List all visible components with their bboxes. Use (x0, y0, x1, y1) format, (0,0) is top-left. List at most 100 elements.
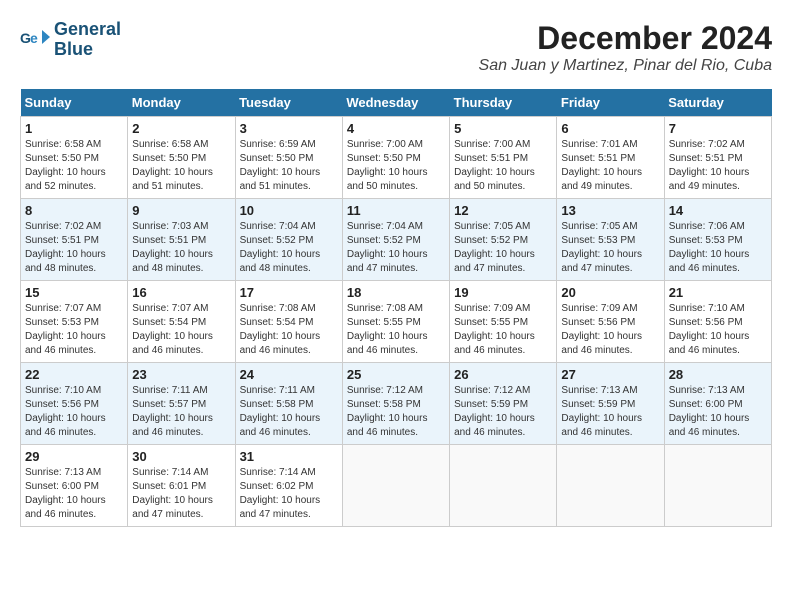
day-number: 2 (132, 121, 230, 136)
calendar-cell: 6 Sunrise: 7:01 AMSunset: 5:51 PMDaylight… (557, 117, 664, 199)
calendar-cell: 19Sunrise: 7:09 AMSunset: 5:55 PMDayligh… (450, 281, 557, 363)
day-info: Sunrise: 7:07 AMSunset: 5:53 PMDaylight:… (25, 302, 123, 358)
day-number: 4 (347, 121, 445, 136)
day-number: 11 (347, 203, 445, 218)
day-number: 20 (561, 285, 659, 300)
day-info: Sunrise: 6:59 AMSunset: 5:50 PMDaylight:… (240, 138, 338, 194)
calendar-cell: 13Sunrise: 7:05 AMSunset: 5:53 PMDayligh… (557, 199, 664, 281)
calendar-cell: 20 Sunrise: 7:09 AMSunset: 5:56 PMDayligh… (557, 281, 664, 363)
calendar-cell (450, 445, 557, 527)
day-number: 30 (132, 449, 230, 464)
day-info: Sunrise: 6:58 AMSunset: 5:50 PMDaylight:… (25, 138, 123, 194)
calendar-cell: 9Sunrise: 7:03 AMSunset: 5:51 PMDaylight… (128, 199, 235, 281)
calendar-cell: 27Sunrise: 7:13 AMSunset: 5:59 PMDayligh… (557, 363, 664, 445)
calendar-cell: 14 Sunrise: 7:06 AMSunset: 5:53 PMDayligh… (664, 199, 771, 281)
calendar-cell: 31 Sunrise: 7:14 AMSunset: 6:02 PMDayligh… (235, 445, 342, 527)
day-info: Sunrise: 7:14 AMSunset: 6:02 PMDaylight:… (240, 466, 338, 522)
day-number: 5 (454, 121, 552, 136)
calendar-cell: 10Sunrise: 7:04 AMSunset: 5:52 PMDayligh… (235, 199, 342, 281)
day-info: Sunrise: 7:07 AMSunset: 5:54 PMDaylight:… (132, 302, 230, 358)
calendar-week-row: 1 Sunrise: 6:58 AMSunset: 5:50 PMDaylight… (21, 117, 772, 199)
day-info: Sunrise: 7:11 AMSunset: 5:57 PMDaylight:… (132, 384, 230, 440)
weekday-header-tuesday: Tuesday (235, 89, 342, 117)
month-title: December 2024 (479, 20, 772, 57)
day-info: Sunrise: 7:06 AMSunset: 5:53 PMDaylight:… (669, 220, 767, 276)
calendar-week-row: 15 Sunrise: 7:07 AMSunset: 5:53 PMDayligh… (21, 281, 772, 363)
calendar-cell (342, 445, 449, 527)
day-number: 6 (561, 121, 659, 136)
day-number: 22 (25, 367, 123, 382)
calendar-cell: 16 Sunrise: 7:07 AMSunset: 5:54 PMDayligh… (128, 281, 235, 363)
calendar-table: SundayMondayTuesdayWednesdayThursdayFrid… (20, 89, 772, 527)
weekday-header-row: SundayMondayTuesdayWednesdayThursdayFrid… (21, 89, 772, 117)
calendar-cell: 17Sunrise: 7:08 AMSunset: 5:54 PMDayligh… (235, 281, 342, 363)
day-number: 21 (669, 285, 767, 300)
weekday-header-thursday: Thursday (450, 89, 557, 117)
day-info: Sunrise: 7:08 AMSunset: 5:55 PMDaylight:… (347, 302, 445, 358)
weekday-header-friday: Friday (557, 89, 664, 117)
title-section: December 2024 San Juan y Martinez, Pinar… (479, 20, 772, 75)
day-number: 3 (240, 121, 338, 136)
day-number: 25 (347, 367, 445, 382)
day-info: Sunrise: 7:11 AMSunset: 5:58 PMDaylight:… (240, 384, 338, 440)
calendar-week-row: 22 Sunrise: 7:10 AMSunset: 5:56 PMDayligh… (21, 363, 772, 445)
day-number: 14 (669, 203, 767, 218)
calendar-cell: 30 Sunrise: 7:14 AMSunset: 6:01 PMDayligh… (128, 445, 235, 527)
calendar-cell: 24Sunrise: 7:11 AMSunset: 5:58 PMDayligh… (235, 363, 342, 445)
day-number: 7 (669, 121, 767, 136)
day-info: Sunrise: 7:05 AMSunset: 5:53 PMDaylight:… (561, 220, 659, 276)
calendar-cell: 2 Sunrise: 6:58 AMSunset: 5:50 PMDaylight… (128, 117, 235, 199)
calendar-cell: 4 Sunrise: 7:00 AMSunset: 5:50 PMDaylight… (342, 117, 449, 199)
day-number: 29 (25, 449, 123, 464)
day-info: Sunrise: 7:09 AMSunset: 5:56 PMDaylight:… (561, 302, 659, 358)
day-number: 8 (25, 203, 123, 218)
calendar-cell: 29 Sunrise: 7:13 AMSunset: 6:00 PMDayligh… (21, 445, 128, 527)
day-number: 19 (454, 285, 552, 300)
day-info: Sunrise: 7:00 AMSunset: 5:51 PMDaylight:… (454, 138, 552, 194)
day-info: Sunrise: 7:01 AMSunset: 5:51 PMDaylight:… (561, 138, 659, 194)
day-info: Sunrise: 7:02 AMSunset: 5:51 PMDaylight:… (669, 138, 767, 194)
day-number: 10 (240, 203, 338, 218)
day-info: Sunrise: 7:10 AMSunset: 5:56 PMDaylight:… (25, 384, 123, 440)
day-number: 27 (561, 367, 659, 382)
day-number: 12 (454, 203, 552, 218)
day-info: Sunrise: 7:04 AMSunset: 5:52 PMDaylight:… (347, 220, 445, 276)
calendar-cell: 23 Sunrise: 7:11 AMSunset: 5:57 PMDayligh… (128, 363, 235, 445)
day-number: 15 (25, 285, 123, 300)
calendar-cell: 22 Sunrise: 7:10 AMSunset: 5:56 PMDayligh… (21, 363, 128, 445)
day-number: 1 (25, 121, 123, 136)
calendar-cell: 8Sunrise: 7:02 AMSunset: 5:51 PMDaylight… (21, 199, 128, 281)
day-info: Sunrise: 7:05 AMSunset: 5:52 PMDaylight:… (454, 220, 552, 276)
calendar-cell: 5 Sunrise: 7:00 AMSunset: 5:51 PMDaylight… (450, 117, 557, 199)
calendar-cell: 21 Sunrise: 7:10 AMSunset: 5:56 PMDayligh… (664, 281, 771, 363)
day-info: Sunrise: 7:14 AMSunset: 6:01 PMDaylight:… (132, 466, 230, 522)
calendar-cell: 11 Sunrise: 7:04 AMSunset: 5:52 PMDayligh… (342, 199, 449, 281)
day-number: 31 (240, 449, 338, 464)
day-number: 28 (669, 367, 767, 382)
calendar-cell: 26 Sunrise: 7:12 AMSunset: 5:59 PMDayligh… (450, 363, 557, 445)
logo-line1: General (54, 20, 121, 40)
day-info: Sunrise: 7:13 AMSunset: 6:00 PMDaylight:… (669, 384, 767, 440)
day-info: Sunrise: 6:58 AMSunset: 5:50 PMDaylight:… (132, 138, 230, 194)
svg-text:e: e (30, 30, 38, 46)
weekday-header-sunday: Sunday (21, 89, 128, 117)
calendar-cell (664, 445, 771, 527)
location-title: San Juan y Martinez, Pinar del Rio, Cuba (479, 57, 772, 75)
day-info: Sunrise: 7:00 AMSunset: 5:50 PMDaylight:… (347, 138, 445, 194)
day-number: 26 (454, 367, 552, 382)
day-info: Sunrise: 7:08 AMSunset: 5:54 PMDaylight:… (240, 302, 338, 358)
calendar-cell: 15 Sunrise: 7:07 AMSunset: 5:53 PMDayligh… (21, 281, 128, 363)
page-header: G e General Blue December 2024 San Juan … (20, 20, 772, 79)
day-number: 23 (132, 367, 230, 382)
day-info: Sunrise: 7:12 AMSunset: 5:59 PMDaylight:… (454, 384, 552, 440)
day-info: Sunrise: 7:13 AMSunset: 6:00 PMDaylight:… (25, 466, 123, 522)
day-number: 18 (347, 285, 445, 300)
calendar-cell: 18 Sunrise: 7:08 AMSunset: 5:55 PMDayligh… (342, 281, 449, 363)
day-info: Sunrise: 7:12 AMSunset: 5:58 PMDaylight:… (347, 384, 445, 440)
day-info: Sunrise: 7:10 AMSunset: 5:56 PMDaylight:… (669, 302, 767, 358)
weekday-header-monday: Monday (128, 89, 235, 117)
calendar-cell: 25 Sunrise: 7:12 AMSunset: 5:58 PMDayligh… (342, 363, 449, 445)
logo-icon: G e (20, 25, 50, 55)
day-number: 16 (132, 285, 230, 300)
calendar-cell: 3 Sunrise: 6:59 AMSunset: 5:50 PMDaylight… (235, 117, 342, 199)
